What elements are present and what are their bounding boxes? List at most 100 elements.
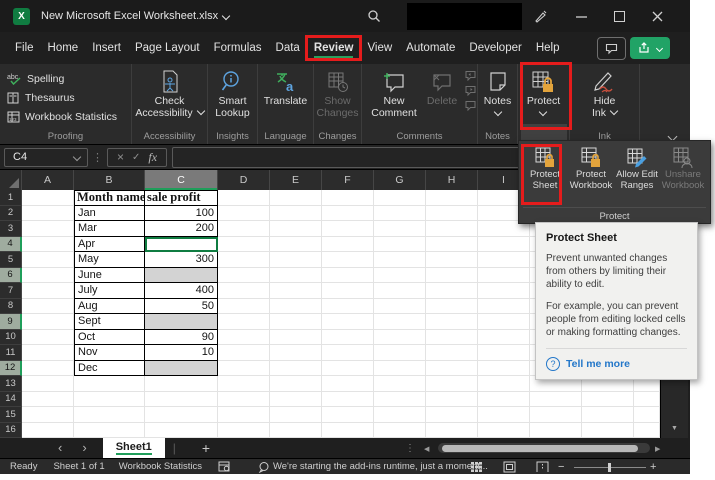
cell-E11[interactable] [270,345,322,361]
cell-H3[interactable] [426,221,478,237]
cell-E7[interactable] [270,283,322,299]
cell-H2[interactable] [426,206,478,222]
cancel-formula-icon[interactable]: × [117,150,124,164]
row-header-14[interactable]: 14 [0,392,22,408]
column-header-G[interactable]: G [374,170,426,190]
cell-B11[interactable]: Nov [74,345,145,361]
cell-F13[interactable] [322,376,374,392]
next-comment-icon[interactable] [464,85,477,96]
cell-G5[interactable] [374,252,426,268]
cell-F9[interactable] [322,314,374,330]
column-header-B[interactable]: B [74,170,145,190]
cell-C11[interactable]: 10 [145,345,218,361]
close-button[interactable] [642,0,672,32]
cell-F3[interactable] [322,221,374,237]
cell-G2[interactable] [374,206,426,222]
zoom-slider-thumb[interactable] [608,463,611,472]
minimize-button[interactable] [566,0,596,32]
next-sheet-icon[interactable]: › [82,438,86,458]
comments-button[interactable] [597,37,626,60]
cell-H8[interactable] [426,299,478,315]
cell-B16[interactable] [74,423,145,439]
ink-pen-icon[interactable] [528,0,552,32]
cell-B6[interactable]: June [74,268,145,284]
row-header-1[interactable]: 1 [0,190,22,206]
workbook-statistics-button[interactable]: 123 Workbook Statistics [0,107,131,126]
cell-E10[interactable] [270,330,322,346]
cell-G11[interactable] [374,345,426,361]
scroll-right-icon[interactable]: ▶ [655,445,660,453]
display-settings-icon[interactable] [218,461,230,472]
cell-F12[interactable] [322,361,374,377]
cell-C13[interactable] [145,376,218,392]
cell-I11[interactable] [478,345,530,361]
column-header-E[interactable]: E [270,170,322,190]
cell-C2[interactable]: 100 [145,206,218,222]
cell-B14[interactable] [74,392,145,408]
row-header-16[interactable]: 16 [0,423,22,439]
row-header-10[interactable]: 10 [0,330,22,346]
cell-H15[interactable] [426,407,478,423]
cell-I16[interactable] [478,423,530,439]
row-header-9[interactable]: 9 [0,314,22,330]
cell-F15[interactable] [322,407,374,423]
cell-A16[interactable] [22,423,74,439]
cell-H5[interactable] [426,252,478,268]
cell-A1[interactable] [22,190,74,206]
cell-J16[interactable] [530,423,582,439]
cell-E4[interactable] [270,237,322,253]
cell-B1[interactable]: Month name [74,190,145,206]
normal-view-icon[interactable] [470,460,483,474]
row-header-5[interactable]: 5 [0,252,22,268]
cell-C5[interactable]: 300 [145,252,218,268]
cell-E16[interactable] [270,423,322,439]
enter-formula-icon[interactable]: ✓ [132,152,140,163]
cell-J15[interactable] [530,407,582,423]
previous-sheet-icon[interactable]: ‹ [58,438,62,458]
cell-H9[interactable] [426,314,478,330]
cell-E6[interactable] [270,268,322,284]
cell-B15[interactable] [74,407,145,423]
cell-C8[interactable]: 50 [145,299,218,315]
cell-D11[interactable] [218,345,270,361]
cell-E3[interactable] [270,221,322,237]
cell-A12[interactable] [22,361,74,377]
cell-H12[interactable] [426,361,478,377]
cell-A2[interactable] [22,206,74,222]
cell-G9[interactable] [374,314,426,330]
cell-C16[interactable] [145,423,218,439]
cell-J14[interactable] [530,392,582,408]
cell-B2[interactable]: Jan [74,206,145,222]
cell-A7[interactable] [22,283,74,299]
cell-A9[interactable] [22,314,74,330]
show-comments-icon[interactable] [464,100,477,111]
cell-E2[interactable] [270,206,322,222]
cell-F8[interactable] [322,299,374,315]
cell-F7[interactable] [322,283,374,299]
cell-H13[interactable] [426,376,478,392]
tab-formulas[interactable]: Formulas [207,37,269,59]
cell-A10[interactable] [22,330,74,346]
cell-A4[interactable] [22,237,74,253]
horizontal-scrollbar[interactable] [438,443,650,453]
cell-F4[interactable] [322,237,374,253]
cell-F14[interactable] [322,392,374,408]
cell-H1[interactable] [426,190,478,206]
cell-H7[interactable] [426,283,478,299]
row-header-11[interactable]: 11 [0,345,22,361]
row-header-6[interactable]: 6 [0,268,22,284]
sheet-tab-sheet1[interactable]: Sheet1 [103,438,165,458]
share-button[interactable] [630,37,670,59]
cell-F5[interactable] [322,252,374,268]
cell-D16[interactable] [218,423,270,439]
cell-A8[interactable] [22,299,74,315]
row-header-7[interactable]: 7 [0,283,22,299]
cell-H6[interactable] [426,268,478,284]
tab-home[interactable]: Home [41,37,86,59]
row-header-12[interactable]: 12 [0,361,22,377]
cell-C6[interactable] [145,268,218,284]
cell-K15[interactable] [582,407,634,423]
cell-L14[interactable] [634,392,660,408]
row-header-13[interactable]: 13 [0,376,22,392]
cell-E12[interactable] [270,361,322,377]
